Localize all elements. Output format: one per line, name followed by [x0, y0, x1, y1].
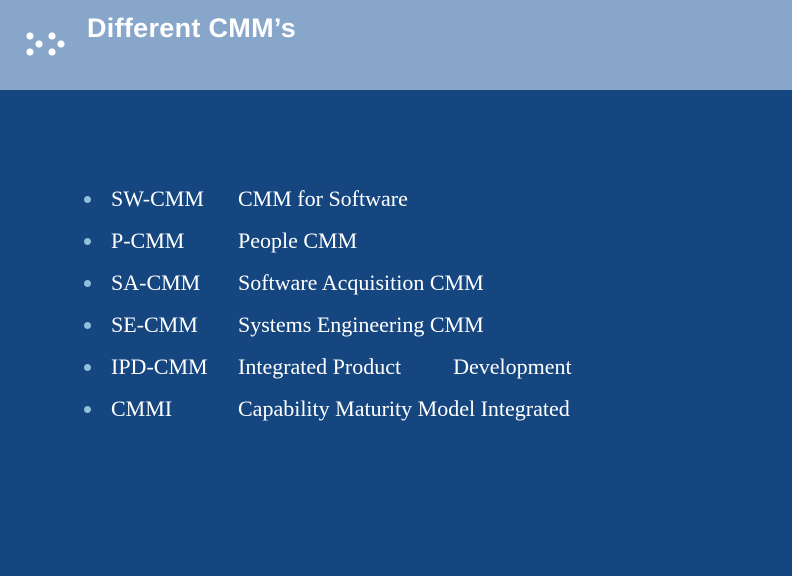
item-description-part2: Development — [453, 354, 572, 379]
dots-cluster-icon — [26, 32, 65, 56]
bullet-icon — [84, 280, 91, 287]
list-item: SA-CMM Software Acquisition CMM — [0, 264, 792, 304]
list-item: IPD-CMM Integrated Product Development — [0, 348, 792, 388]
item-abbreviation: SE-CMM — [111, 312, 198, 337]
item-abbreviation: IPD-CMM — [111, 354, 208, 379]
item-description: Capability Maturity Model Integrated — [238, 396, 570, 421]
bullet-icon — [84, 196, 91, 203]
bullet-icon — [84, 322, 91, 329]
bullet-icon — [84, 364, 91, 371]
item-abbreviation: CMMI — [111, 396, 173, 421]
item-description: Integrated Product Development — [238, 354, 572, 380]
bullet-icon — [84, 238, 91, 245]
item-abbreviation: SW-CMM — [111, 186, 204, 211]
item-description: Systems Engineering CMM — [238, 312, 484, 337]
list-item: SE-CMM Systems Engineering CMM — [0, 306, 792, 346]
item-description-part1: Integrated Product — [238, 354, 402, 379]
item-description: CMM for Software — [238, 186, 408, 211]
list-item: SW-CMM CMM for Software — [0, 180, 792, 220]
item-abbreviation: SA-CMM — [111, 270, 201, 295]
item-description: Software Acquisition CMM — [238, 270, 484, 295]
slide-title: Different CMM’s — [87, 13, 297, 43]
slide-header: Different CMM’s — [0, 0, 792, 90]
list-item: P-CMM People CMM — [0, 222, 792, 262]
list-item: CMMI Capability Maturity Model Integrate… — [0, 390, 792, 430]
item-description: People CMM — [238, 228, 358, 253]
bullet-icon — [84, 406, 91, 413]
item-abbreviation: P-CMM — [111, 228, 185, 253]
